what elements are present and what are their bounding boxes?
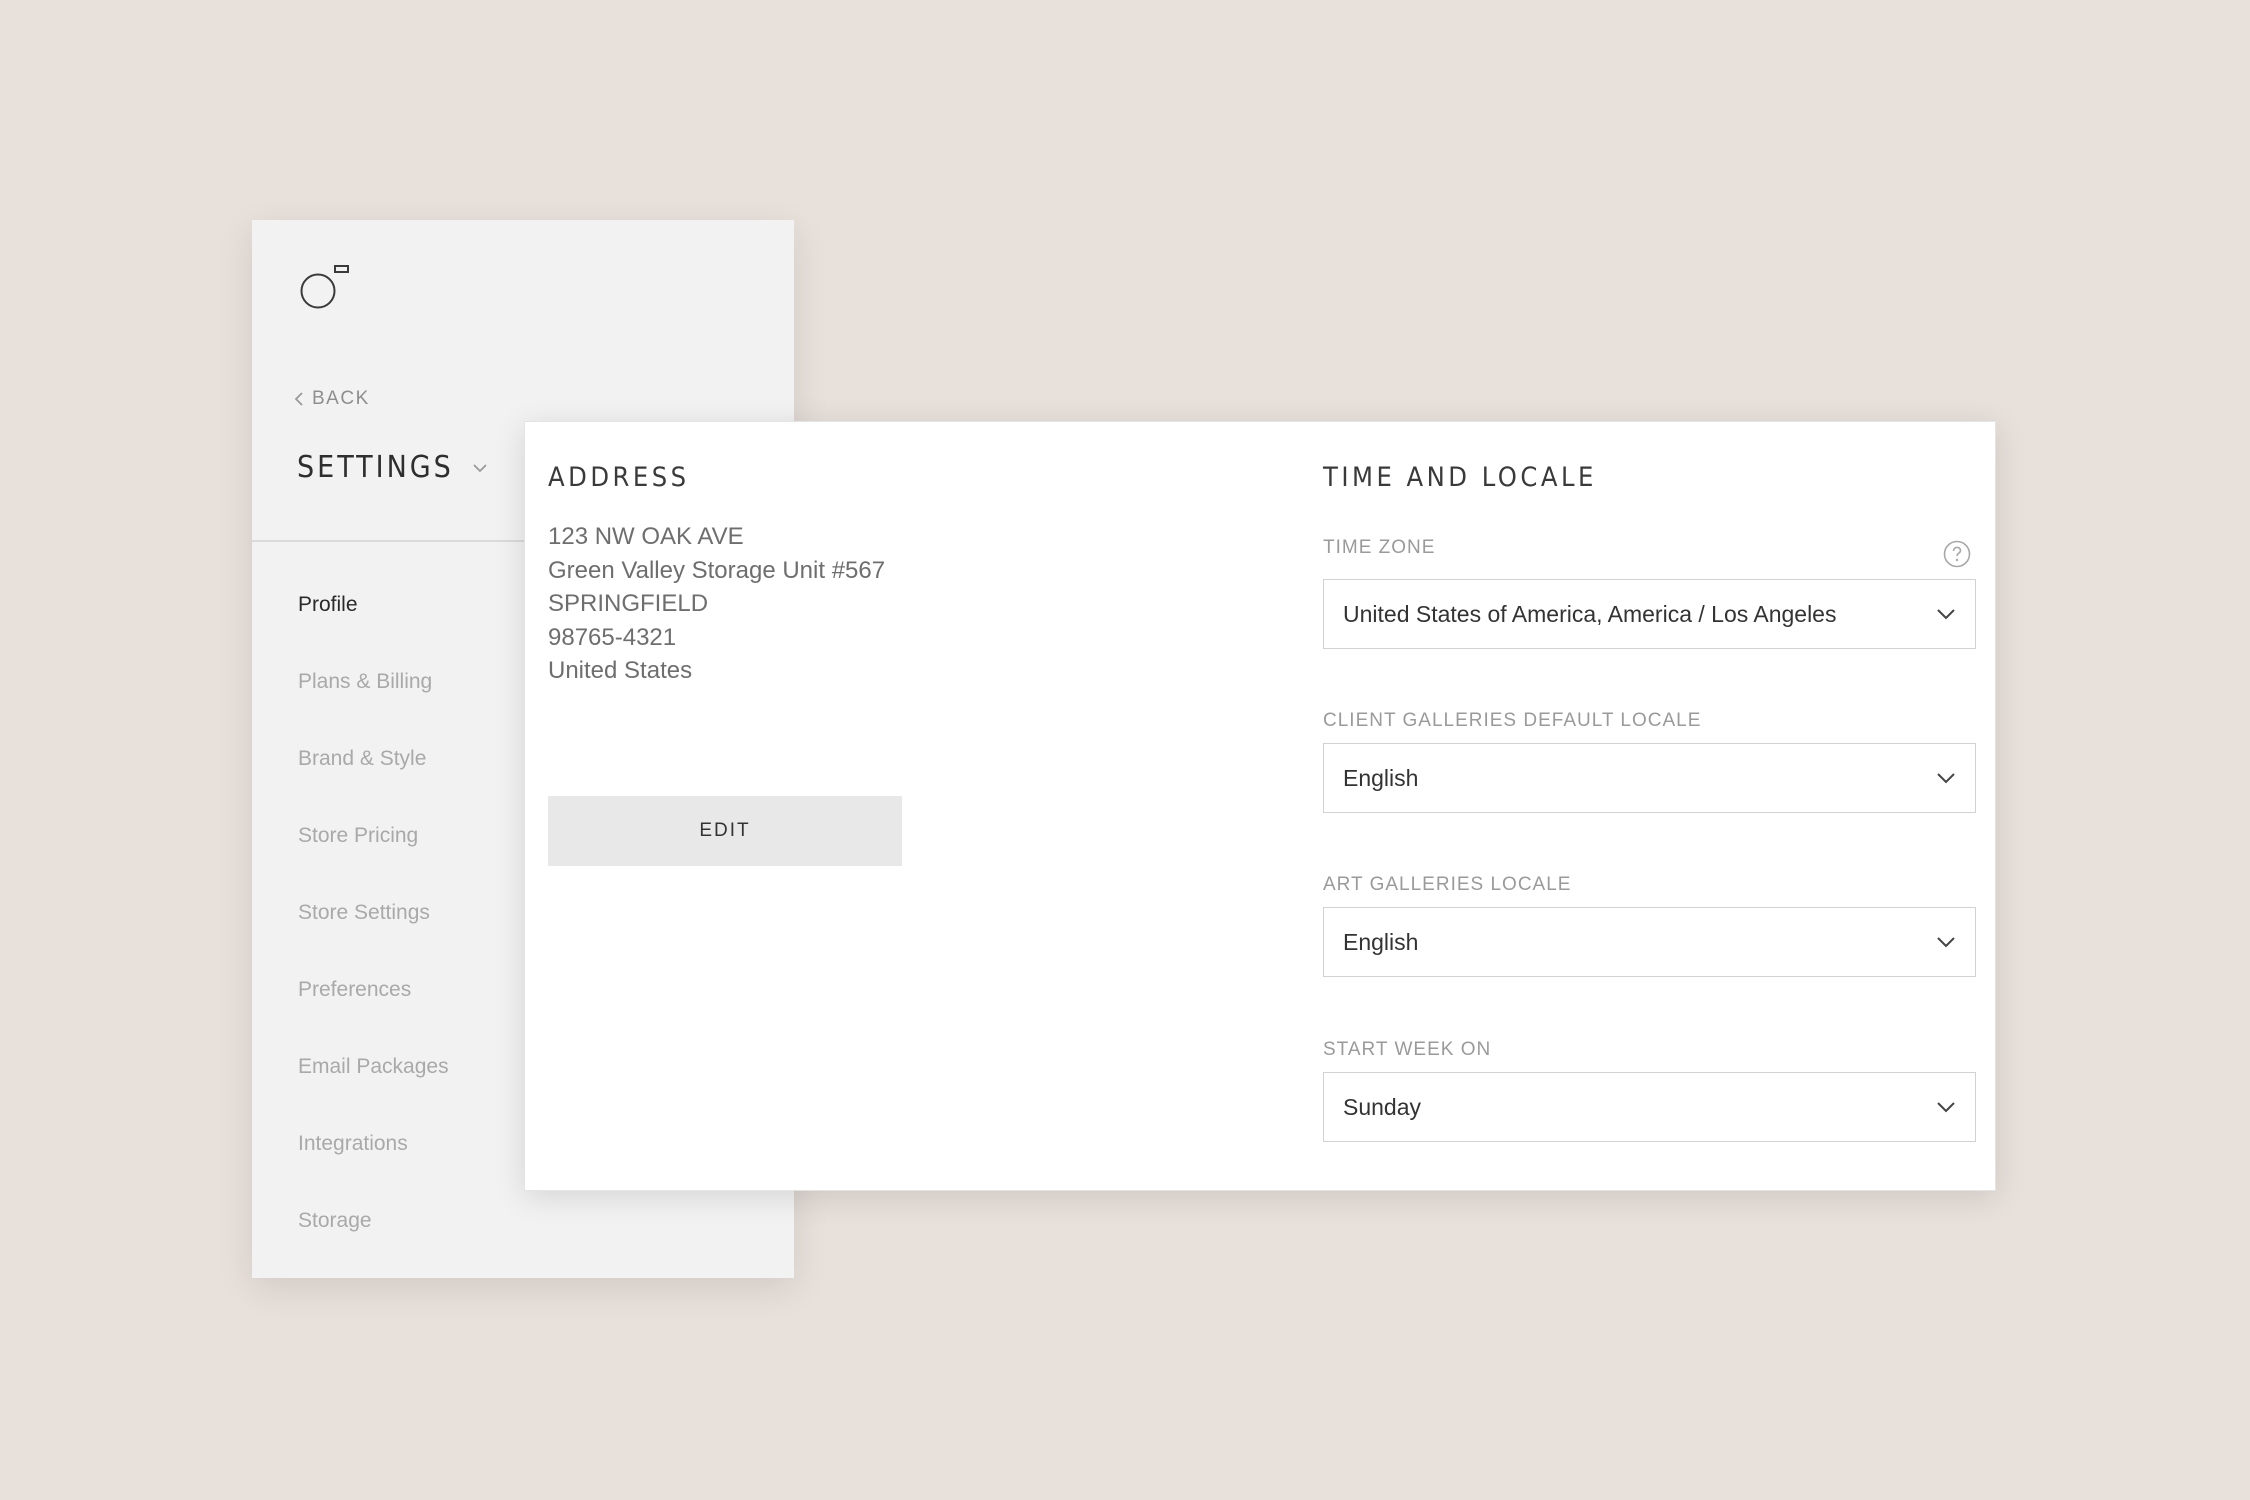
time-zone-label: TIME ZONE [1323, 537, 1436, 558]
address-section-title: ADDRESS [548, 462, 690, 493]
sidebar-nav: Profile Plans & Billing Brand & Style St… [298, 594, 449, 1287]
chevron-down-icon [473, 463, 487, 472]
sidebar-item-profile[interactable]: Profile [298, 594, 449, 671]
back-link[interactable]: BACK [294, 388, 370, 410]
sidebar-item-plans-billing[interactable]: Plans & Billing [298, 671, 449, 748]
sidebar-item-store-settings[interactable]: Store Settings [298, 902, 449, 979]
start-week-on-select[interactable]: Sunday [1323, 1072, 1976, 1142]
sidebar-item-integrations[interactable]: Integrations [298, 1133, 449, 1210]
start-week-on-label: START WEEK ON [1323, 1039, 1492, 1060]
time-zone-select[interactable]: United States of America, America / Los … [1323, 579, 1976, 649]
time-zone-value: United States of America, America / Los … [1343, 600, 1837, 627]
chevron-down-icon [1937, 937, 1955, 948]
client-galleries-locale-select[interactable]: English [1323, 743, 1976, 813]
sidebar-item-store-pricing[interactable]: Store Pricing [298, 825, 449, 902]
address-block: 123 NW OAK AVE Green Valley Storage Unit… [548, 520, 885, 688]
chevron-left-icon [294, 392, 303, 406]
address-line: 123 NW OAK AVE [548, 523, 744, 550]
client-galleries-locale-value: English [1343, 764, 1419, 791]
sidebar-item-brand-style[interactable]: Brand & Style [298, 748, 449, 825]
circle-square-logo[interactable] [297, 255, 357, 315]
address-line: 98765-4321 [548, 623, 677, 651]
address-line: Green Valley Storage Unit #567 [548, 556, 886, 584]
time-locale-section-title: TIME AND LOCALE [1323, 462, 1597, 493]
back-label: BACK [312, 388, 370, 409]
sidebar-item-storage[interactable]: Storage [298, 1210, 449, 1287]
address-line: United States [548, 657, 693, 684]
page-title: SETTINGS [297, 450, 454, 485]
help-icon[interactable] [1943, 540, 1971, 568]
settings-menu-toggle[interactable]: SETTINGS [297, 450, 488, 485]
sidebar-item-preferences[interactable]: Preferences [298, 979, 449, 1056]
client-galleries-locale-label: CLIENT GALLERIES DEFAULT LOCALE [1323, 710, 1702, 731]
edit-address-button[interactable]: EDIT [548, 796, 902, 866]
art-galleries-locale-value: English [1343, 928, 1419, 955]
chevron-down-icon [1937, 773, 1955, 784]
profile-settings-card: ADDRESS 123 NW OAK AVE Green Valley Stor… [524, 421, 1996, 1191]
sidebar-item-email-packages[interactable]: Email Packages [298, 1056, 449, 1133]
chevron-down-icon [1937, 1102, 1955, 1113]
chevron-down-icon [1937, 609, 1955, 620]
art-galleries-locale-select[interactable]: English [1323, 907, 1976, 977]
address-line: SPRINGFIELD [548, 590, 709, 617]
start-week-on-value: Sunday [1343, 1093, 1422, 1120]
art-galleries-locale-label: ART GALLERIES LOCALE [1323, 874, 1572, 895]
